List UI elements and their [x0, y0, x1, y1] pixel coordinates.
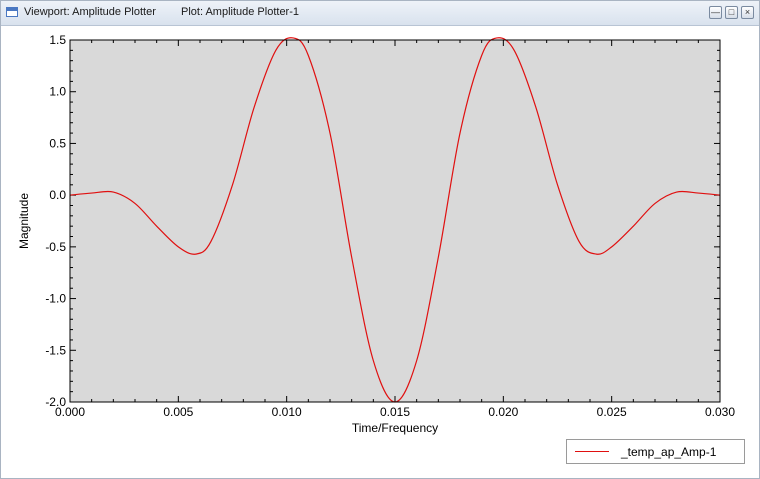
x-tick-label: 0.030	[705, 405, 735, 419]
y-axis-label: Magnitude	[17, 193, 31, 249]
y-tick-label: 1.0	[49, 85, 66, 99]
y-tick-label: 1.5	[49, 33, 66, 47]
minimize-button[interactable]: —	[709, 6, 722, 19]
y-tick-label: 0.5	[49, 136, 66, 150]
x-axis-label: Time/Frequency	[352, 421, 438, 435]
y-tick-label: 0.0	[49, 188, 66, 202]
viewport-icon	[6, 7, 18, 17]
amplitude-chart[interactable]: 0.000 0.005 0.010 0.015 0.020 0.025 0.0301.51.…	[0, 25, 760, 465]
y-tick-label: -1.5	[45, 343, 66, 357]
y-tick-label: -0.5	[45, 240, 66, 254]
x-tick-label: 0.015	[380, 405, 410, 419]
x-tick-label: 0.005	[163, 405, 193, 419]
plot-title: Plot: Amplitude Plotter-1	[181, 6, 300, 18]
maximize-button[interactable]: □	[725, 6, 738, 19]
close-icon: ×	[744, 7, 751, 17]
legend-swatch	[575, 451, 609, 452]
legend[interactable]: _temp_ap_Amp-1	[566, 439, 745, 464]
minimize-icon: —	[711, 7, 720, 17]
close-button[interactable]: ×	[741, 6, 754, 19]
x-tick-label: 0.025	[597, 405, 627, 419]
legend-entry: _temp_ap_Amp-1	[621, 445, 717, 459]
title-bar[interactable]: Viewport: Amplitude Plotter Plot: Amplit…	[1, 1, 759, 26]
maximize-icon: □	[728, 7, 735, 17]
y-tick-label: -2.0	[45, 395, 66, 409]
x-tick-label: 0.010	[272, 405, 302, 419]
x-tick-label: 0.020	[488, 405, 518, 419]
viewport-title: Viewport: Amplitude Plotter	[24, 6, 156, 18]
y-tick-label: -1.0	[45, 292, 66, 306]
plot-area	[70, 40, 720, 402]
